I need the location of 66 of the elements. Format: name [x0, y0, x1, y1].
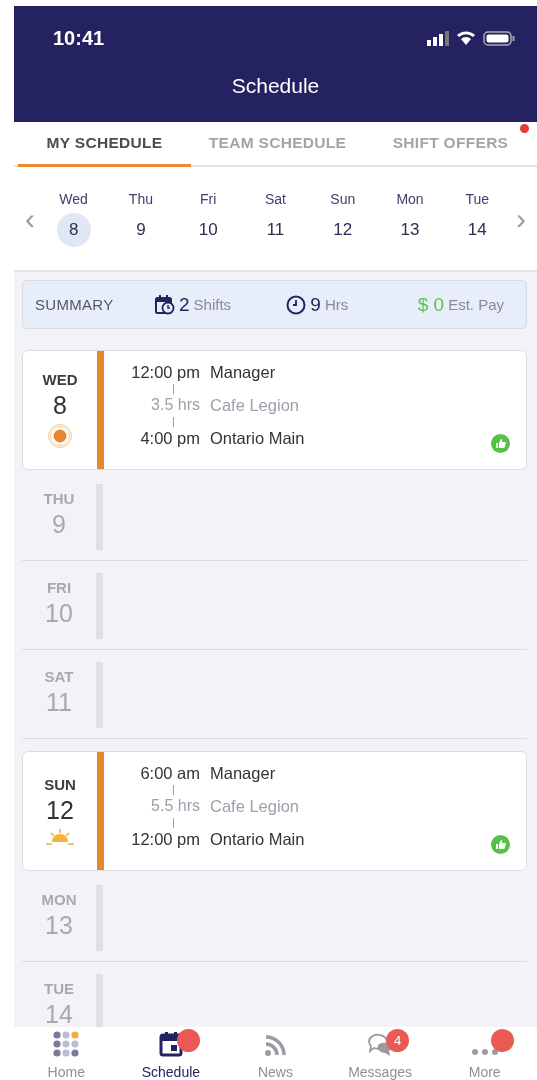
- day-number: 12: [46, 796, 74, 825]
- day-name: THU: [43, 490, 75, 507]
- date-button[interactable]: 14: [460, 212, 495, 247]
- shift-count: 2: [179, 293, 190, 316]
- day-number: 9: [52, 510, 66, 539]
- summary-label: SUMMARY: [35, 296, 115, 313]
- day-number: 14: [45, 1000, 73, 1027]
- weekday-label: Thu: [128, 190, 153, 207]
- day-name: SAT: [44, 668, 74, 685]
- count-badge: 4: [386, 1029, 410, 1052]
- shift-duration: 3.5 hrs: [150, 396, 200, 415]
- workplace: Cafe Legion: [210, 797, 299, 816]
- date-button[interactable]: 8: [56, 212, 91, 247]
- weekday-label: Fri: [200, 190, 217, 207]
- more-icon: [469, 1047, 500, 1057]
- wifi-icon: [456, 31, 476, 45]
- end-time: 4:00 pm: [139, 429, 200, 448]
- pay-total: $ 0: [417, 293, 445, 316]
- signal-icon: [427, 30, 449, 46]
- weekday-label: Sat: [264, 190, 286, 207]
- rss-icon: [264, 1035, 287, 1057]
- role: Manager: [210, 363, 276, 382]
- day-number: 10: [45, 599, 73, 628]
- calendar-clock-icon: [155, 294, 175, 315]
- start-time: 12:00 pm: [130, 363, 200, 382]
- workplace: Cafe Legion: [210, 396, 299, 415]
- day-name: WED: [42, 371, 78, 388]
- day-number: 8: [53, 391, 67, 420]
- pay-unit: Est. Pay: [448, 296, 504, 313]
- clock-icon: [286, 294, 307, 315]
- day-number: 11: [46, 688, 72, 717]
- day-name: TUE: [44, 980, 74, 997]
- weekday-label: Tue: [465, 190, 490, 207]
- weekday-label: Wed: [59, 190, 88, 207]
- role: Manager: [210, 764, 276, 783]
- day-name: FRI: [46, 579, 72, 596]
- date-button[interactable]: 12: [325, 212, 360, 247]
- date-button[interactable]: 10: [191, 212, 226, 247]
- tab[interactable]: MY SCHEDULE: [18, 122, 191, 167]
- shift-duration: 5.5 hrs: [150, 797, 200, 816]
- start-time: 6:00 am: [139, 764, 200, 783]
- date-button[interactable]: 13: [393, 212, 428, 247]
- thumbs-up-icon: [491, 835, 510, 854]
- weekday-label: Mon: [396, 190, 424, 207]
- day-name: SUN: [44, 776, 76, 793]
- live-indicator-icon: [47, 423, 73, 449]
- end-time: 12:00 pm: [130, 830, 200, 849]
- page-title: Schedule: [230, 74, 321, 98]
- hours-total: 9: [310, 293, 321, 316]
- day-name: MON: [41, 891, 77, 908]
- shift-card[interactable]: SUN 12 6:00 am Manager 5.5 hrs Cafe Legion 12:00 pm Ontario Main: [22, 751, 527, 871]
- hours-unit: Hrs: [324, 296, 349, 313]
- status-time: 10:41: [53, 26, 105, 50]
- date-button[interactable]: 11: [258, 212, 293, 247]
- location: Ontario Main: [210, 830, 305, 849]
- battery-icon: [483, 30, 515, 46]
- date-button[interactable]: 9: [123, 212, 158, 247]
- location: Ontario Main: [210, 429, 305, 448]
- grid-icon: [53, 1031, 80, 1057]
- nav-tab[interactable]: Schedule: [118, 1027, 224, 1080]
- day-number: 13: [45, 911, 73, 940]
- thumbs-up-icon: [491, 434, 510, 453]
- shift-unit: Shifts: [193, 296, 232, 313]
- sunrise-icon: [45, 828, 75, 846]
- weekday-label: Sun: [330, 190, 356, 207]
- shift-card[interactable]: WED 8 12:00 pm Manager 3.5 hrs Cafe Legion 4:00 pm Ontario Main: [22, 350, 527, 470]
